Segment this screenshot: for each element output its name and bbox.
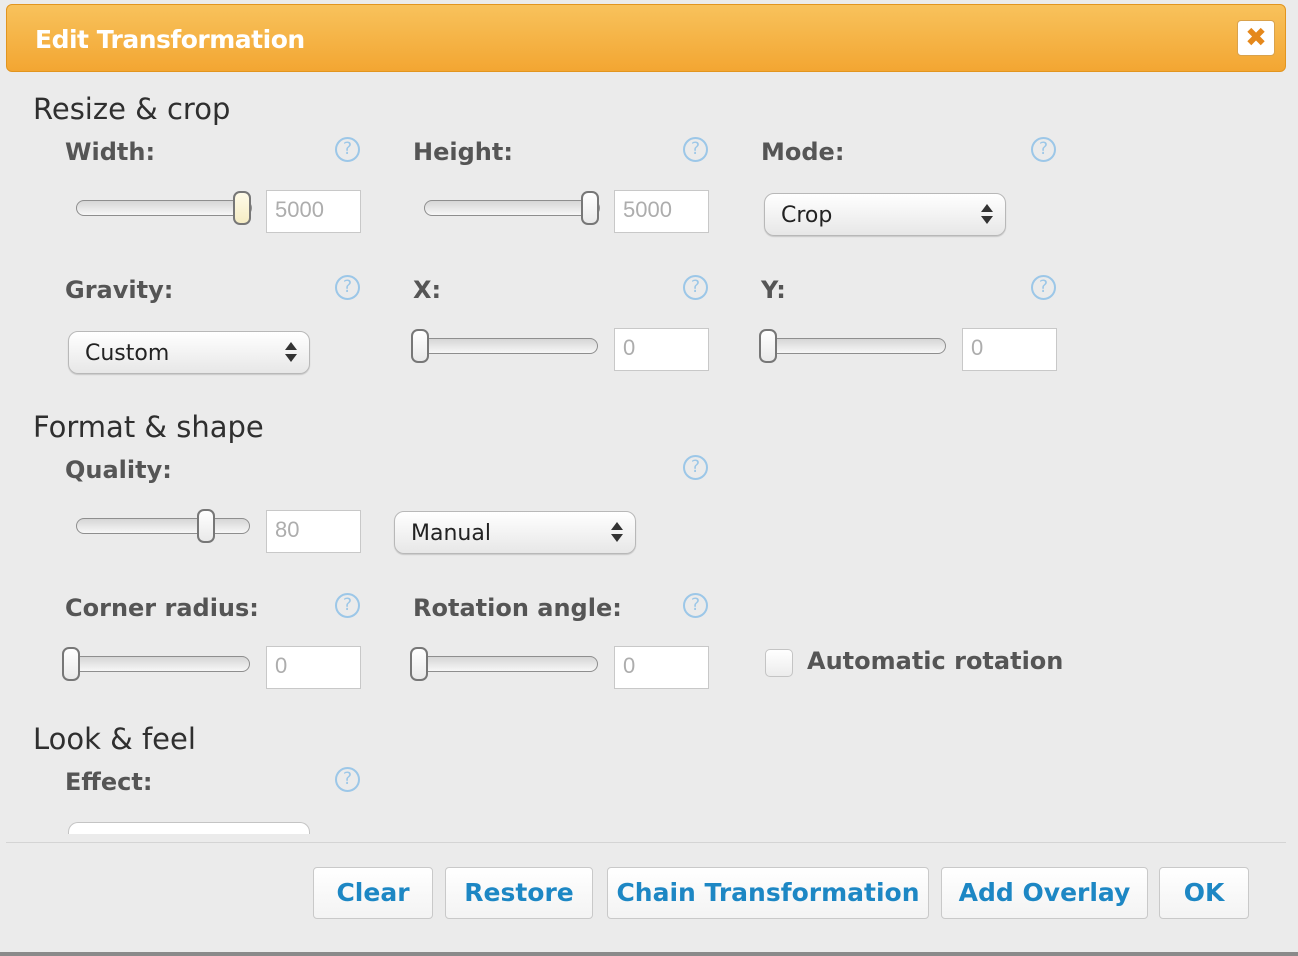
gravity-select-value: Custom: [85, 341, 170, 366]
mode-select-value: Crop: [781, 203, 833, 228]
corner-radius-help-icon[interactable]: ?: [335, 593, 360, 618]
y-label: Y:: [761, 276, 786, 304]
edit-transformation-dialog: Edit Transformation ✖ Resize & crop Widt…: [0, 0, 1298, 956]
close-button[interactable]: ✖: [1237, 20, 1275, 56]
effect-select[interactable]: [68, 822, 310, 834]
restore-button[interactable]: Restore: [445, 867, 593, 919]
quality-label: Quality:: [65, 456, 172, 484]
gravity-label: Gravity:: [65, 276, 174, 304]
y-input[interactable]: 0: [962, 328, 1057, 371]
corner-radius-label: Corner radius:: [65, 594, 259, 622]
x-input[interactable]: 0: [614, 328, 709, 371]
section-title-look-feel: Look & feel: [33, 722, 196, 756]
width-slider[interactable]: [76, 189, 252, 229]
rotation-angle-input[interactable]: 0: [614, 646, 709, 689]
select-arrows-icon: [981, 204, 993, 226]
rotation-angle-help-icon[interactable]: ?: [683, 593, 708, 618]
height-slider-thumb[interactable]: [581, 191, 599, 225]
height-help-icon[interactable]: ?: [683, 137, 708, 162]
effect-label: Effect:: [65, 768, 153, 796]
y-slider-track: [759, 338, 946, 354]
section-title-format-shape: Format & shape: [33, 410, 264, 444]
corner-radius-input[interactable]: 0: [266, 646, 361, 689]
width-label: Width:: [65, 138, 156, 166]
section-title-resize-crop: Resize & crop: [33, 92, 231, 126]
height-label: Height:: [413, 138, 513, 166]
width-help-icon[interactable]: ?: [335, 137, 360, 162]
mode-label: Mode:: [761, 138, 845, 166]
x-slider-thumb[interactable]: [411, 329, 429, 363]
x-slider-track: [411, 338, 598, 354]
quality-slider[interactable]: [76, 507, 250, 547]
x-label: X:: [413, 276, 442, 304]
height-slider-track: [424, 200, 600, 216]
quality-slider-thumb[interactable]: [197, 509, 215, 543]
close-icon: ✖: [1245, 23, 1267, 53]
quality-mode-select[interactable]: Manual: [394, 511, 636, 554]
corner-radius-slider-thumb[interactable]: [62, 647, 80, 681]
gravity-help-icon[interactable]: ?: [335, 275, 360, 300]
add-overlay-button[interactable]: Add Overlay: [941, 867, 1148, 919]
width-input[interactable]: 5000: [266, 190, 361, 233]
clear-button[interactable]: Clear: [313, 867, 433, 919]
width-slider-track: [76, 200, 252, 216]
quality-slider-track: [76, 518, 250, 534]
x-slider[interactable]: [411, 327, 598, 367]
y-slider-thumb[interactable]: [759, 329, 777, 363]
y-slider[interactable]: [759, 327, 946, 367]
height-input[interactable]: 5000: [614, 190, 709, 233]
select-arrows-icon: [611, 522, 623, 544]
corner-radius-slider-track: [62, 656, 250, 672]
y-help-icon[interactable]: ?: [1031, 275, 1056, 300]
gravity-select[interactable]: Custom: [68, 331, 310, 374]
mode-help-icon[interactable]: ?: [1031, 137, 1056, 162]
dialog-title: Edit Transformation: [35, 25, 305, 54]
corner-radius-slider[interactable]: [62, 645, 250, 685]
mode-select[interactable]: Crop: [764, 193, 1006, 236]
effect-help-icon[interactable]: ?: [335, 767, 360, 792]
ok-button[interactable]: OK: [1159, 867, 1249, 919]
footer-divider: [6, 842, 1286, 843]
automatic-rotation-checkbox[interactable]: [765, 649, 793, 677]
width-slider-thumb[interactable]: [233, 191, 251, 225]
rotation-angle-label: Rotation angle:: [413, 594, 622, 622]
automatic-rotation-label[interactable]: Automatic rotation: [807, 647, 1063, 675]
height-slider[interactable]: [424, 189, 600, 229]
select-arrows-icon: [285, 342, 297, 364]
rotation-angle-slider-thumb[interactable]: [410, 647, 428, 681]
chain-transformation-button[interactable]: Chain Transformation: [607, 867, 929, 919]
quality-input[interactable]: 80: [266, 510, 361, 553]
x-help-icon[interactable]: ?: [683, 275, 708, 300]
quality-mode-select-value: Manual: [411, 521, 491, 546]
dialog-titlebar[interactable]: Edit Transformation ✖: [6, 4, 1286, 72]
window-bottom-edge: [0, 952, 1298, 956]
rotation-angle-slider-track: [410, 656, 598, 672]
quality-help-icon[interactable]: ?: [683, 455, 708, 480]
rotation-angle-slider[interactable]: [410, 645, 598, 685]
